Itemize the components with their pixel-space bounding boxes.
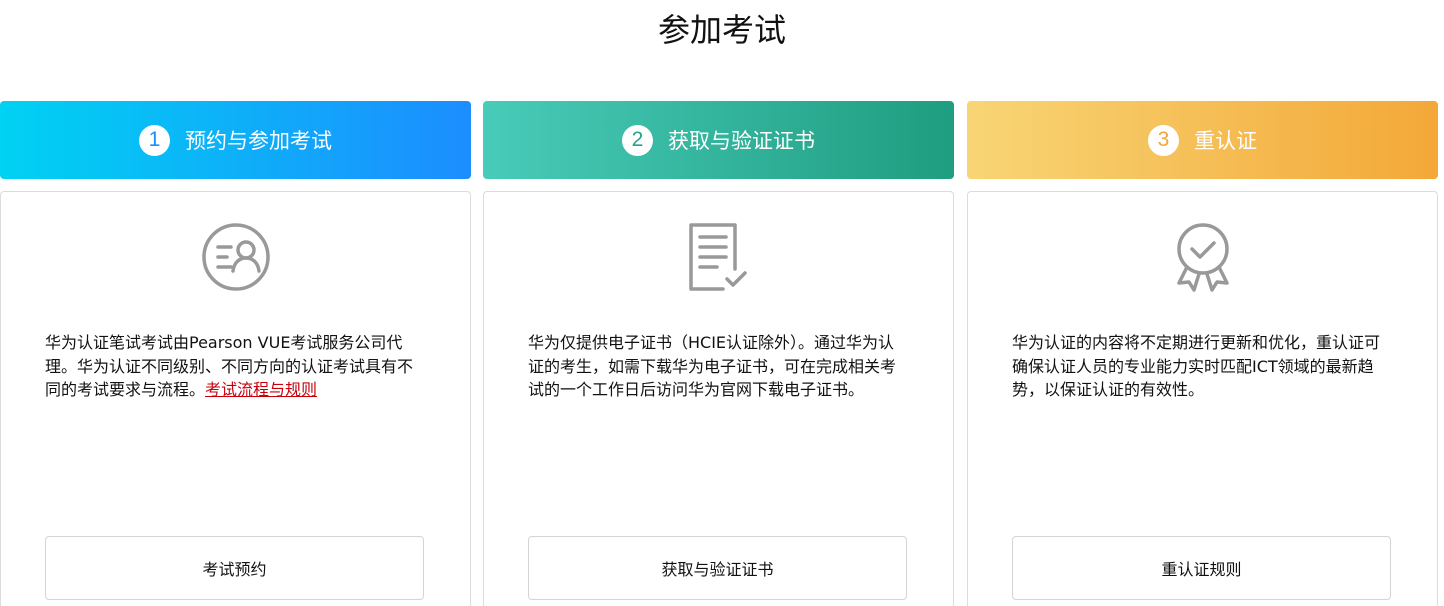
step-number-badge: 1 (139, 124, 170, 156)
step-title: 获取与验证证书 (668, 129, 815, 153)
recertification-rules-button[interactable]: 重认证规则 (1012, 536, 1391, 600)
award-badge-icon (968, 221, 1437, 293)
step-title: 重认证 (1194, 129, 1257, 153)
exam-booking-button[interactable]: 考试预约 (45, 536, 424, 600)
exam-rules-link[interactable]: 考试流程与规则 (205, 380, 317, 399)
step-description: 华为认证笔试考试由Pearson VUE考试服务公司代理。华为认证不同级别、不同… (45, 331, 419, 402)
page: 参加考试 1 预约与参加考试 华为认证笔试考试由Pearson VUE考试服务公… (0, 0, 1444, 606)
step-column-certificate: 2 获取与验证证书 华为仅提供电子证书（HCIE认证除外）。通过华为认证的考生，… (483, 101, 954, 606)
step-header-exam[interactable]: 1 预约与参加考试 (0, 101, 471, 179)
step-number-badge: 3 (1148, 124, 1179, 156)
certificate-document-icon (484, 221, 953, 293)
get-verify-certificate-button[interactable]: 获取与验证证书 (528, 536, 907, 600)
step-description: 华为仅提供电子证书（HCIE认证除外）。通过华为认证的考生，如需下载华为电子证书… (528, 333, 897, 399)
step-title: 预约与参加考试 (185, 129, 332, 153)
step-header-certificate[interactable]: 2 获取与验证证书 (483, 101, 954, 179)
step-column-recertification: 3 重认证 华为认证的内容将不定期进行更新和优化，重认证可确保认证人员的专业能力… (967, 101, 1438, 606)
step-card-recertification: 华为认证的内容将不定期进行更新和优化，重认证可确保认证人员的专业能力实时匹配IC… (967, 191, 1438, 606)
exam-profile-icon (1, 221, 470, 293)
page-title: 参加考试 (657, 11, 786, 49)
step-card-exam: 华为认证笔试考试由Pearson VUE考试服务公司代理。华为认证不同级别、不同… (0, 191, 471, 606)
step-column-exam: 1 预约与参加考试 华为认证笔试考试由Pearson VUE考试服务公司代理。华… (0, 101, 471, 606)
step-description: 华为认证的内容将不定期进行更新和优化，重认证可确保认证人员的专业能力实时匹配IC… (1012, 333, 1381, 399)
step-card-certificate: 华为仅提供电子证书（HCIE认证除外）。通过华为认证的考生，如需下载华为电子证书… (483, 191, 954, 606)
step-header-recertification[interactable]: 3 重认证 (967, 101, 1438, 179)
step-number-badge: 2 (622, 124, 653, 156)
